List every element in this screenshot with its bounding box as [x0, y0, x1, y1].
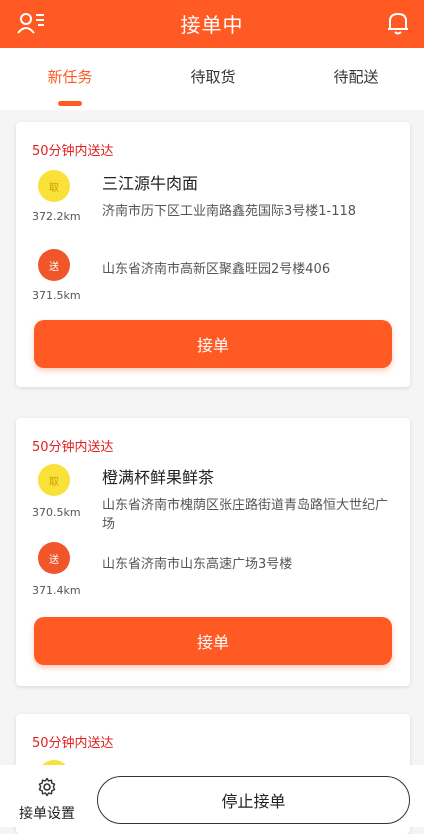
delivery-distance: 371.4km	[32, 584, 81, 597]
app-header: 接单中	[0, 0, 424, 48]
shop-name: 三江源牛肉面	[102, 174, 199, 193]
pickup-badge: 取	[38, 170, 70, 202]
delivery-badge: 送	[38, 542, 70, 574]
pickup-badge: 取	[38, 464, 70, 496]
stop-accepting-button[interactable]: 停止接单	[97, 776, 410, 824]
tab-bar: 新任务 待取货 待配送	[0, 48, 424, 110]
order-card: 50分钟内送达 取 370.5km 橙满杯鲜果鲜茶 山东省济南市槐荫区张庄路街道…	[16, 418, 410, 686]
deadline-text: 50分钟内送达	[32, 736, 114, 751]
delivery-distance: 371.5km	[32, 289, 81, 302]
pickup-address: 济南市历下区工业南路鑫苑国际3号楼1-118	[102, 204, 357, 219]
order-card: 50分钟内送达 取 372.2km 三江源牛肉面 济南市历下区工业南路鑫苑国际3…	[16, 122, 410, 387]
bell-icon[interactable]	[386, 10, 410, 36]
pickup-distance: 370.5km	[32, 506, 81, 519]
pickup-distance: 372.2km	[32, 210, 81, 223]
delivery-badge: 送	[38, 249, 70, 281]
tab-pending-pickup[interactable]: 待取货	[153, 66, 273, 87]
bottom-action-bar: 接单设置 停止接单	[0, 765, 424, 827]
deadline-text: 50分钟内送达	[32, 144, 114, 159]
deadline-text: 50分钟内送达	[32, 440, 114, 455]
order-settings-button[interactable]: 接单设置	[12, 777, 82, 823]
delivery-address: 山东省济南市高新区聚鑫旺园2号楼406	[102, 262, 331, 277]
tab-pending-delivery[interactable]: 待配送	[296, 66, 416, 87]
active-tab-indicator	[58, 101, 82, 106]
tab-new-tasks[interactable]: 新任务	[10, 66, 130, 87]
order-list[interactable]: 50分钟内送达 取 372.2km 三江源牛肉面 济南市历下区工业南路鑫苑国际3…	[0, 110, 424, 834]
settings-label: 接单设置	[19, 806, 75, 822]
page-title: 接单中	[180, 13, 244, 37]
accept-order-button[interactable]: 接单	[34, 320, 392, 368]
delivery-address: 山东省济南市山东高速广场3号楼	[102, 557, 293, 572]
shop-name: 橙满杯鲜果鲜茶	[102, 468, 215, 487]
accept-order-button[interactable]: 接单	[34, 617, 392, 665]
pickup-address: 山东省济南市槐荫区张庄路街道青岛路恒大世纪广场	[102, 498, 389, 532]
gear-icon	[38, 777, 56, 797]
